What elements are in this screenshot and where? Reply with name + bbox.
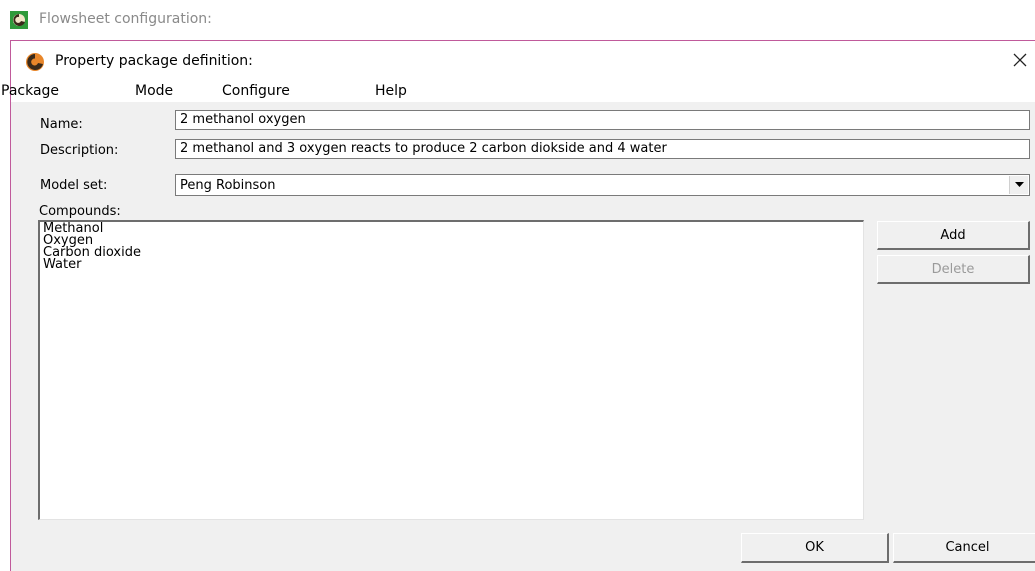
description-field[interactable]: 2 methanol and 3 oxygen reacts to produc… bbox=[175, 139, 1030, 159]
cofe-logo-icon bbox=[25, 52, 45, 75]
compounds-list[interactable]: Methanol Oxygen Carbon dioxide Water bbox=[38, 220, 864, 520]
menu-bar: Package Mode Configure Help bbox=[1, 80, 1035, 102]
list-item[interactable]: Oxygen bbox=[43, 234, 860, 247]
dialog-title: Property package definition: bbox=[55, 53, 253, 69]
list-item[interactable]: Carbon dioxide bbox=[43, 246, 860, 259]
menu-help[interactable]: Help bbox=[375, 83, 407, 99]
outer-app-logo-icon bbox=[10, 11, 28, 32]
name-field[interactable]: 2 methanol oxygen bbox=[175, 110, 1030, 130]
menu-package[interactable]: Package bbox=[1, 83, 59, 99]
compounds-label: Compounds: bbox=[39, 204, 121, 219]
menu-mode[interactable]: Mode bbox=[135, 83, 173, 99]
model-set-select[interactable]: Peng Robinson bbox=[175, 174, 1030, 196]
name-label: Name: bbox=[40, 117, 83, 132]
chevron-down-icon[interactable] bbox=[1009, 176, 1028, 194]
model-set-label: Model set: bbox=[40, 178, 108, 193]
cancel-button[interactable]: Cancel bbox=[893, 533, 1035, 563]
outer-window-title: Flowsheet configuration: bbox=[39, 11, 212, 27]
menu-configure[interactable]: Configure bbox=[222, 83, 290, 99]
description-label: Description: bbox=[40, 143, 119, 158]
add-button[interactable]: Add bbox=[877, 221, 1030, 250]
dialog-titlebar: Property package definition: bbox=[11, 41, 1035, 79]
outer-window-titlebar: Flowsheet configuration: bbox=[0, 0, 1035, 38]
list-item[interactable]: Water bbox=[43, 258, 860, 271]
dialog-client-area: Name: 2 methanol oxygen Description: 2 m… bbox=[11, 102, 1035, 571]
ok-button[interactable]: OK bbox=[741, 533, 889, 563]
model-set-value: Peng Robinson bbox=[180, 178, 276, 193]
close-icon[interactable] bbox=[1005, 45, 1035, 75]
property-package-dialog: Property package definition: Package Mod… bbox=[1, 40, 1035, 571]
delete-button[interactable]: Delete bbox=[877, 255, 1030, 284]
list-item[interactable]: Methanol bbox=[43, 222, 860, 235]
